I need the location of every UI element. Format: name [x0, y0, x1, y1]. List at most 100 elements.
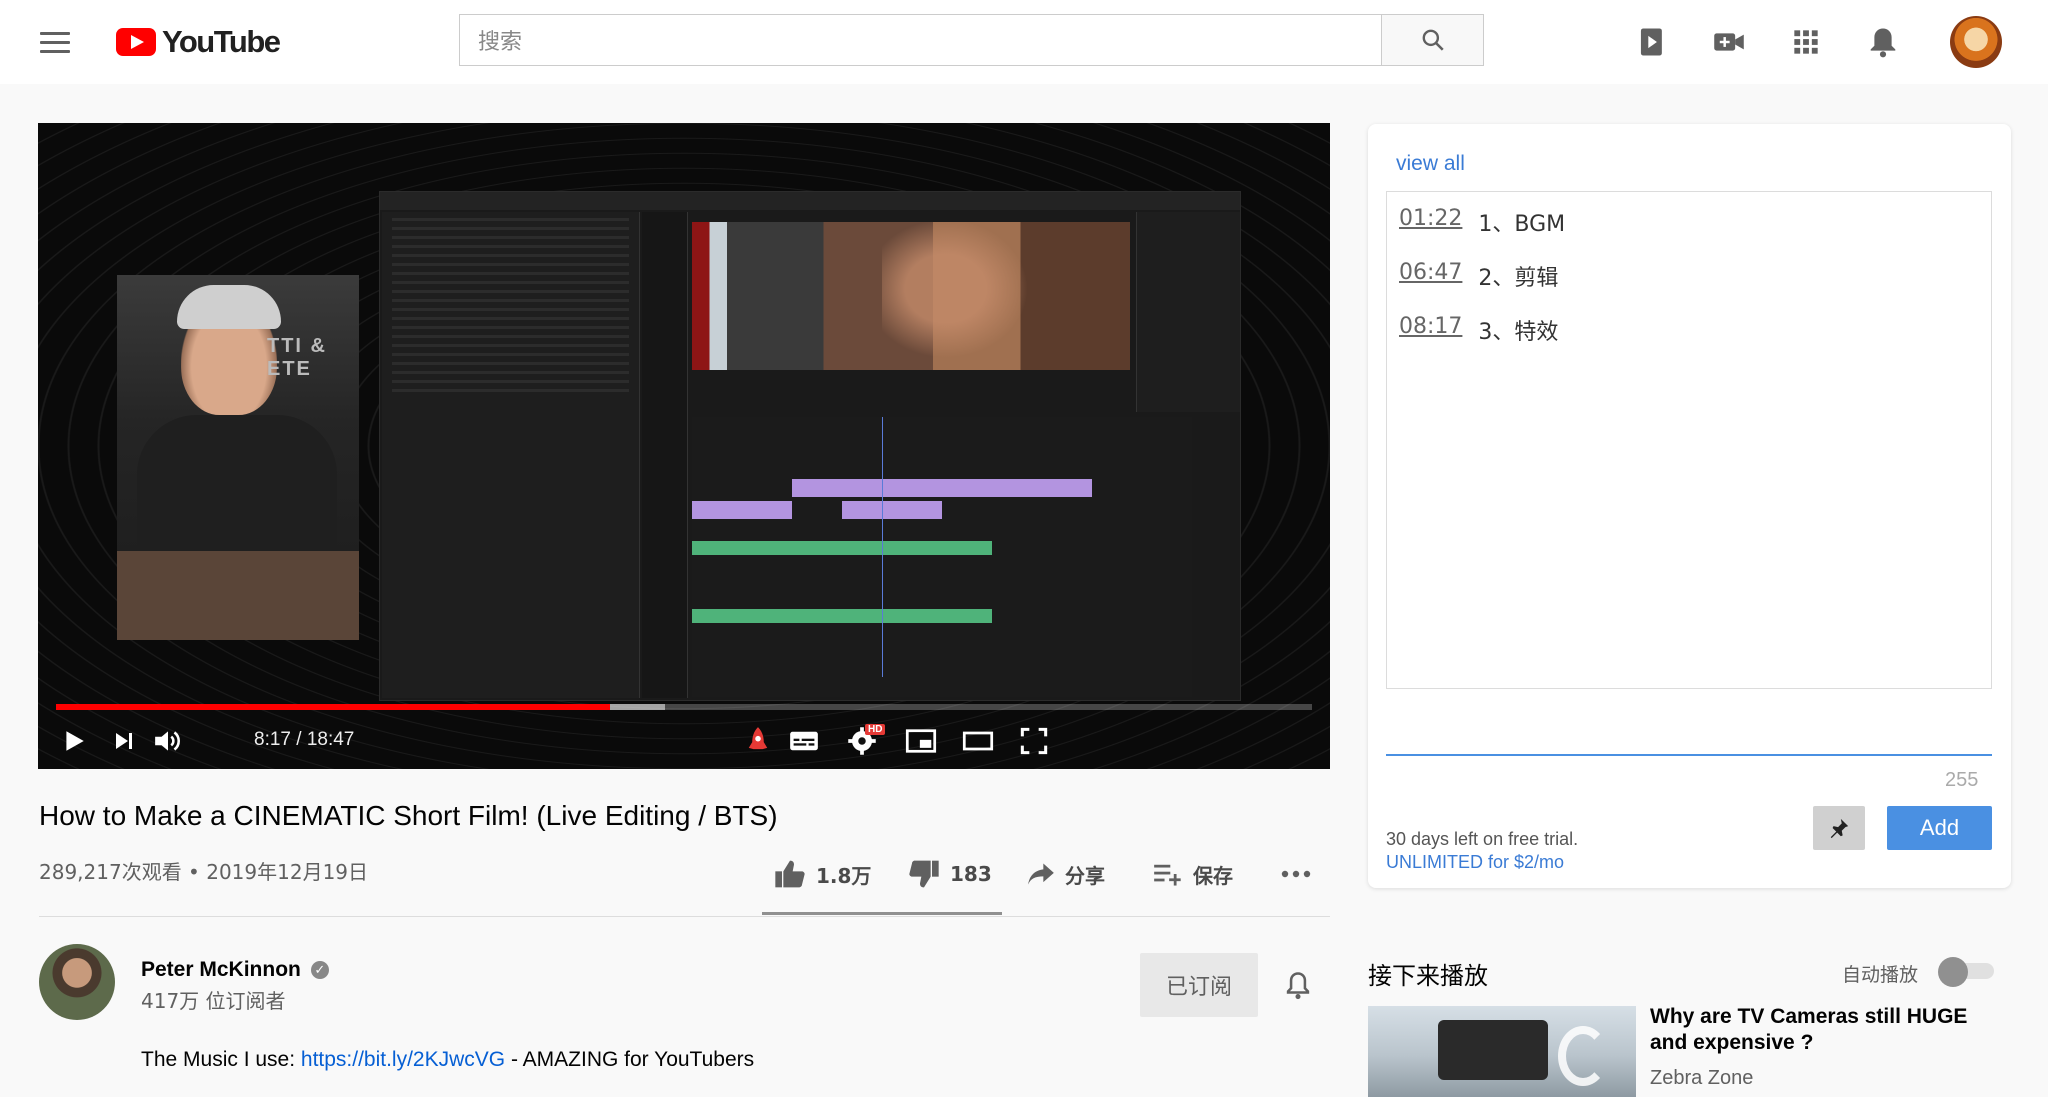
timestamp-item: 01:22 1、BGM — [1399, 206, 1565, 238]
video-description: The Music I use: https://bit.ly/2KJwcVG … — [141, 1048, 754, 1072]
autoplay-toggle[interactable] — [1938, 955, 1996, 987]
up-next-heading: 接下来播放 — [1368, 962, 1488, 990]
notifications-bell-outline-icon — [1286, 972, 1310, 1000]
save-label: 保存 — [1193, 863, 1233, 888]
timestamp-list: 01:22 1、BGM 06:47 2、剪辑 08:17 3、特效 — [1386, 191, 1992, 689]
description-link[interactable]: https://bit.ly/2KJwcVG — [301, 1048, 505, 1071]
next-video-channel: Zebra Zone — [1650, 1067, 1754, 1089]
play-icon — [66, 731, 84, 751]
next-video-thumbnail[interactable] — [1368, 1006, 1636, 1097]
share-label: 分享 — [1065, 863, 1105, 888]
add-timestamp-button[interactable]: Add — [1887, 806, 1992, 850]
subscribed-button[interactable]: 已订阅 — [1140, 953, 1258, 1017]
video-editor-screen — [379, 191, 1241, 701]
editor-menubar — [380, 192, 1240, 210]
char-count: 255 — [1945, 769, 1979, 791]
thumbnail-camera-shape — [1438, 1020, 1548, 1080]
subscriber-count: 417万 位订阅者 — [141, 989, 286, 1013]
timestamp-label: 3、特效 — [1478, 320, 1559, 345]
trial-text: 30 days left on free trial. — [1386, 829, 1579, 849]
like-button[interactable]: 1.8万 — [774, 856, 871, 892]
notifications-button[interactable] — [1863, 22, 1903, 62]
editor-program-monitor — [692, 222, 1130, 370]
more-actions-button[interactable] — [1280, 856, 1312, 892]
video-player[interactable]: TTI & ETE 8:17 / 18:47 HD — [38, 123, 1330, 769]
timestamp-panel: view all 01:22 1、BGM 06:47 2、剪辑 08:17 3、… — [1368, 124, 2011, 888]
timestamp-label: 1、BGM — [1478, 212, 1566, 237]
channel-notification-button[interactable] — [1278, 965, 1318, 1005]
search-icon — [1422, 29, 1444, 51]
facecam-laptop — [117, 551, 359, 640]
pin-button[interactable] — [1813, 806, 1865, 850]
toggle-knob — [1938, 957, 1968, 987]
video-title: How to Make a CINEMATIC Short Film! (Liv… — [39, 800, 778, 831]
search-input[interactable]: 搜索 — [459, 14, 1381, 66]
apps-button[interactable] — [1786, 22, 1826, 62]
thumbnail-arrow-shape — [1558, 1026, 1608, 1086]
thumbs-up-icon — [775, 860, 805, 888]
editor-project-panel — [1136, 212, 1240, 412]
pin-icon — [1830, 818, 1849, 839]
timestamp-label: 2、剪辑 — [1478, 266, 1559, 291]
playlist-add-icon — [1154, 864, 1181, 886]
background-sign-text: TTI & ETE — [267, 335, 327, 380]
rocket-icon — [748, 727, 768, 750]
timestamp-time[interactable]: 06:47 — [1399, 260, 1462, 292]
volume-button[interactable] — [148, 721, 188, 761]
editor-effect-controls — [382, 212, 640, 698]
save-button[interactable]: 保存 — [1153, 856, 1233, 892]
like-ratio-bar — [762, 912, 1002, 915]
menu-icon[interactable] — [40, 24, 76, 60]
theater-mode-button[interactable] — [958, 721, 998, 761]
autoplay-label: 自动播放 — [1842, 964, 1919, 986]
youtube-logo[interactable]: YouTube — [116, 22, 281, 62]
video-meta: 289,217次观看 • 2019年12月19日 — [39, 860, 369, 884]
time-display: 8:17 / 18:47 — [254, 729, 355, 750]
like-count: 1.8万 — [816, 863, 872, 888]
timestamp-note-input[interactable] — [1386, 754, 1992, 756]
timestamp-time[interactable]: 08:17 — [1399, 314, 1462, 346]
create-video-button[interactable] — [1709, 22, 1749, 62]
facecam-body — [137, 415, 337, 565]
timestamp-item: 08:17 3、特效 — [1399, 314, 1558, 346]
next-video-title[interactable]: Why are TV Cameras still HUGE and expens… — [1650, 1004, 2010, 1056]
section-divider — [39, 916, 1330, 917]
description-prefix: The Music I use: — [141, 1048, 301, 1071]
theater-mode-icon — [962, 731, 994, 751]
dislike-button[interactable]: 183 — [908, 856, 992, 892]
hd-badge: HD — [865, 724, 886, 735]
volume-icon — [155, 731, 180, 751]
channel-name-link[interactable]: Peter McKinnon ✓ — [141, 958, 329, 982]
top-bar: YouTube 搜索 — [0, 0, 2048, 84]
user-avatar[interactable] — [1950, 16, 2002, 68]
editor-timeline — [692, 417, 1192, 697]
subtitles-icon — [790, 731, 818, 751]
channel-avatar[interactable] — [39, 944, 115, 1020]
search-button[interactable] — [1381, 14, 1484, 66]
next-button[interactable] — [104, 721, 144, 761]
search-placeholder: 搜索 — [478, 30, 523, 55]
play-queue-icon — [1640, 28, 1662, 56]
more-horizontal-icon — [1281, 870, 1311, 878]
rocket-button[interactable] — [738, 721, 778, 761]
timestamp-time[interactable]: 01:22 — [1399, 206, 1462, 238]
share-button[interactable]: 分享 — [1027, 856, 1105, 892]
unlimited-link[interactable]: UNLIMITED for $2/mo — [1386, 852, 1564, 873]
progress-played — [56, 704, 610, 710]
dislike-count: 183 — [950, 862, 992, 886]
channel-name: Peter McKinnon — [141, 958, 301, 981]
description-suffix: - AMAZING for YouTubers — [505, 1048, 755, 1071]
timestamp-item: 06:47 2、剪辑 — [1399, 260, 1558, 292]
fullscreen-icon — [1020, 727, 1048, 755]
editor-mid-panel — [642, 212, 688, 698]
view-all-link[interactable]: view all — [1396, 152, 1465, 176]
miniplayer-button[interactable] — [901, 721, 941, 761]
fullscreen-button[interactable] — [1014, 721, 1054, 761]
play-queue-button[interactable] — [1632, 22, 1672, 62]
play-button[interactable] — [54, 721, 94, 761]
notifications-bell-icon — [1870, 28, 1896, 58]
progress-bar[interactable] — [56, 704, 1312, 710]
facecam-overlay: TTI & ETE — [117, 275, 359, 640]
settings-button[interactable]: HD — [842, 721, 886, 761]
subtitles-button[interactable] — [784, 721, 824, 761]
